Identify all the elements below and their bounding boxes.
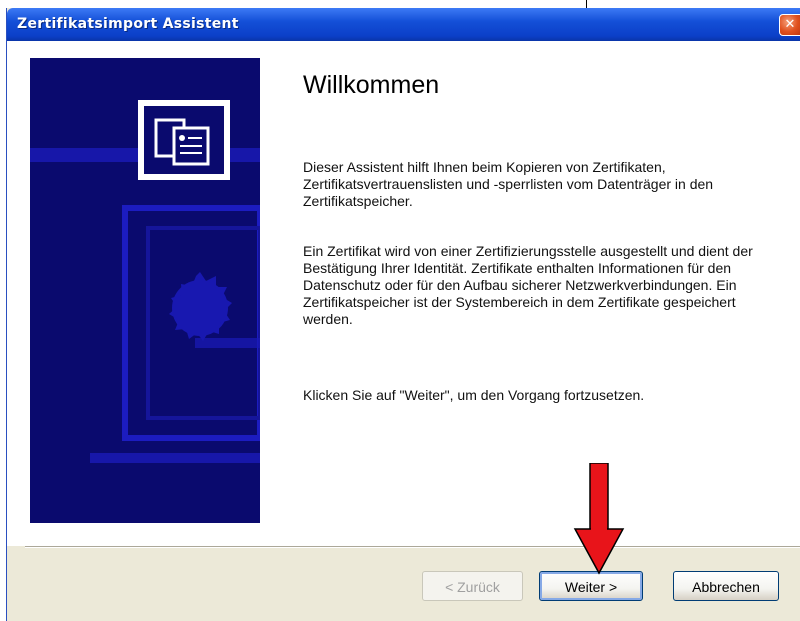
wizard-window: Zertifikatsimport Assistent ✕ Willkommen… xyxy=(6,8,800,621)
wizard-content: Willkommen Dieser Assistent hilft Ihnen … xyxy=(7,41,800,546)
footer-separator xyxy=(25,546,800,548)
title-bar[interactable]: Zertifikatsimport Assistent ✕ xyxy=(7,8,800,41)
red-arrow-down-icon xyxy=(573,463,625,575)
certificate-artwork xyxy=(30,58,260,523)
intro-paragraph: Dieser Assistent hilft Ihnen beim Kopier… xyxy=(303,159,714,209)
close-button[interactable]: ✕ xyxy=(779,14,800,36)
cancel-button[interactable]: Abbrechen xyxy=(673,571,779,601)
close-icon: ✕ xyxy=(784,17,796,32)
background-divider xyxy=(586,0,587,8)
description-paragraph: Ein Zertifikat wird von einer Zertifizie… xyxy=(303,243,753,327)
page-title: Willkommen xyxy=(303,71,440,99)
certificate-icon xyxy=(138,100,230,180)
window-title: Zertifikatsimport Assistent xyxy=(17,16,239,32)
next-button[interactable]: Weiter > xyxy=(539,571,643,601)
back-button[interactable]: < Zurück xyxy=(422,571,523,601)
wizard-side-image xyxy=(30,58,260,523)
instruction-paragraph: Klicken Sie auf "Weiter", um den Vorgang… xyxy=(303,387,645,403)
